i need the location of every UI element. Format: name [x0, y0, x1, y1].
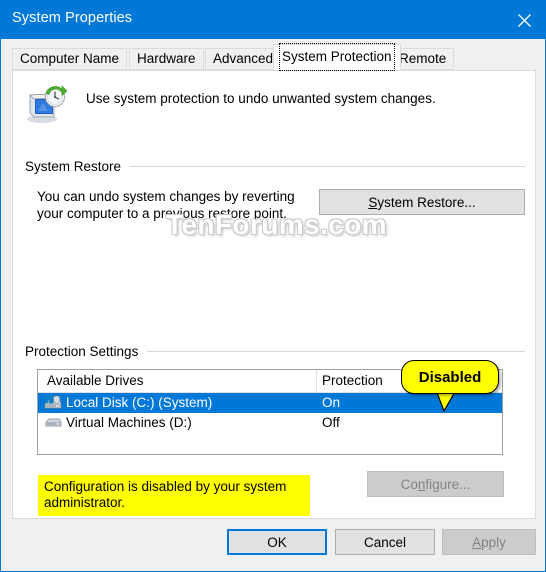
- tab-advanced-label: Advanced: [213, 51, 274, 66]
- tab-hardware-label: Hardware: [137, 51, 196, 66]
- drive-protection-status: On: [322, 395, 341, 410]
- column-divider[interactable]: [316, 370, 317, 391]
- window-title: System Properties: [12, 10, 133, 26]
- group-divider: [147, 350, 525, 352]
- dialog-command-bar: OK Cancel Apply: [1, 519, 545, 571]
- system-restore-group-label: System Restore: [25, 158, 122, 174]
- tab-strip: Computer Name Hardware Advanced System P…: [1, 39, 545, 71]
- system-properties-dialog: System Properties Computer Name Hardware…: [0, 0, 546, 572]
- page-header-description: Use system protection to undo unwanted s…: [86, 91, 436, 106]
- tab-system-protection-label: System Protection: [279, 43, 395, 71]
- apply-button: Apply: [442, 529, 536, 555]
- system-restore-icon: [27, 85, 68, 123]
- disabled-callout-label: Disabled: [418, 368, 482, 386]
- system-restore-button-accel: S: [368, 194, 378, 210]
- table-row[interactable]: Local Disk (C:) (System) On: [38, 393, 502, 413]
- system-restore-group-header: System Restore: [25, 157, 525, 175]
- title-bar: System Properties: [1, 1, 545, 40]
- drive-name: Local Disk (C:) (System): [66, 395, 213, 410]
- apply-button-label: pply: [481, 534, 506, 550]
- cancel-button[interactable]: Cancel: [335, 529, 435, 555]
- ok-button-label: OK: [267, 534, 287, 550]
- apply-button-accel: A: [472, 534, 482, 550]
- policy-disabled-note-line2: administrator.: [44, 495, 126, 510]
- configure-button-label: figure...: [425, 476, 471, 492]
- tab-remote-label: Remote: [399, 51, 447, 66]
- tab-computer-name[interactable]: Computer Name: [12, 48, 128, 70]
- tab-advanced[interactable]: Advanced: [205, 48, 282, 70]
- column-header-available-drives[interactable]: Available Drives: [47, 373, 144, 388]
- policy-disabled-note-line1: Configuration is disabled by your system: [44, 479, 287, 494]
- configure-button-prefix: Co: [400, 476, 418, 492]
- column-header-protection[interactable]: Protection: [322, 373, 383, 388]
- protection-settings-group-header: Protection Settings: [25, 342, 525, 360]
- close-icon: [517, 13, 531, 27]
- system-restore-button-label: ystem Restore...: [377, 194, 476, 210]
- close-button[interactable]: [501, 1, 545, 39]
- tab-computer-name-label: Computer Name: [20, 51, 120, 66]
- ok-button[interactable]: OK: [227, 529, 327, 555]
- system-drive-icon: [44, 395, 62, 409]
- system-protection-tab-page: Use system protection to undo unwanted s…: [12, 70, 536, 519]
- system-restore-description-line1: You can undo system changes by reverting: [37, 189, 295, 204]
- page-header: Use system protection to undo unwanted s…: [24, 83, 504, 129]
- tab-system-protection[interactable]: System Protection: [273, 43, 401, 71]
- drive-protection-status: Off: [322, 415, 340, 430]
- table-row[interactable]: Virtual Machines (D:) Off: [38, 413, 502, 433]
- group-divider: [130, 165, 525, 167]
- protection-settings-group-label: Protection Settings: [25, 343, 139, 359]
- policy-disabled-note: Configuration is disabled by your system…: [38, 475, 310, 516]
- drive-name: Virtual Machines (D:): [66, 415, 192, 430]
- cancel-button-label: Cancel: [363, 534, 407, 550]
- tab-hardware[interactable]: Hardware: [129, 48, 204, 70]
- hard-drive-icon: [45, 418, 62, 427]
- system-restore-description-line2: your computer to a previous restore poin…: [37, 206, 287, 221]
- configure-button: Configure...: [367, 471, 504, 497]
- system-restore-description: You can undo system changes by reverting…: [37, 188, 317, 222]
- system-restore-button[interactable]: System Restore...: [319, 189, 525, 215]
- disabled-callout: Disabled: [401, 360, 499, 394]
